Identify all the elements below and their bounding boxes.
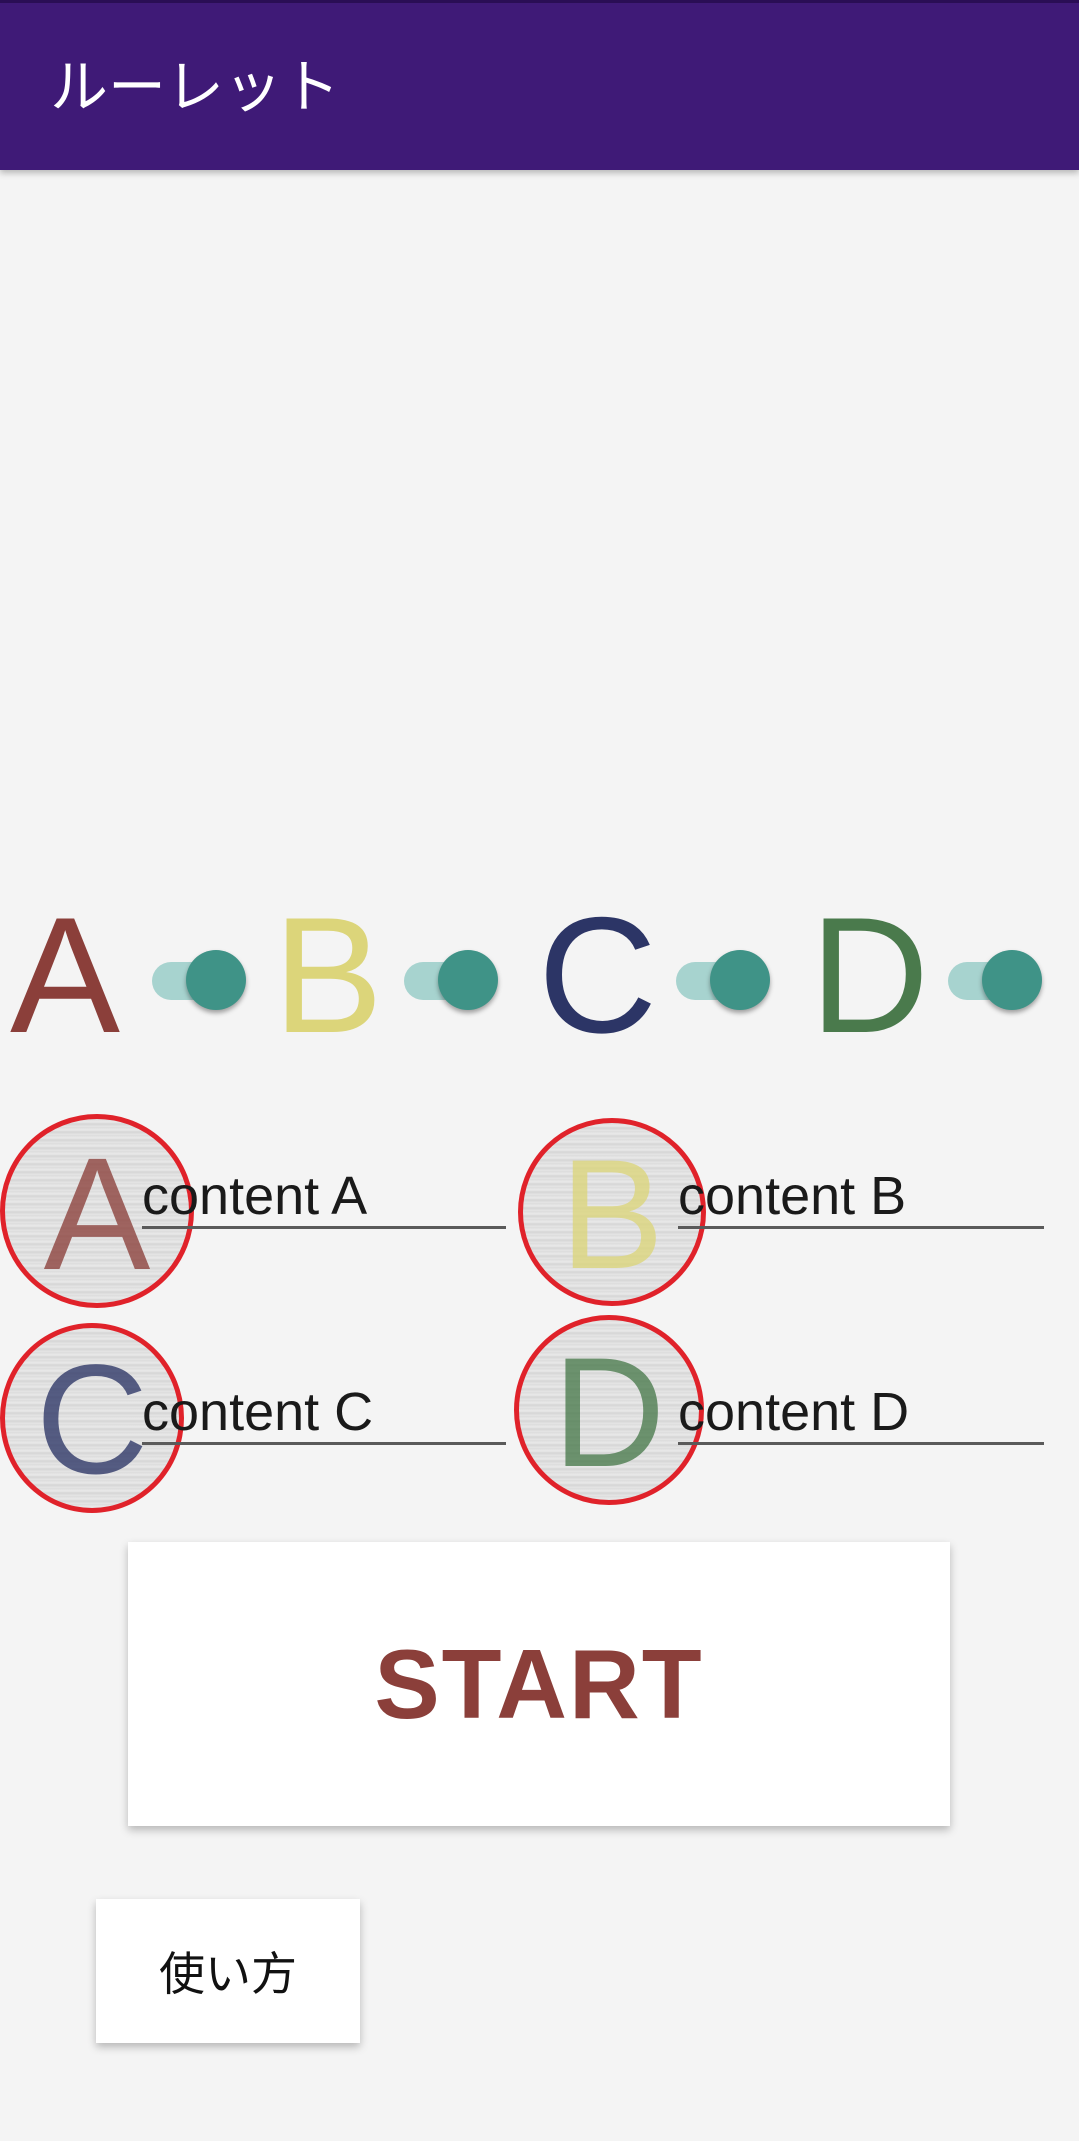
toggle-label-b: B <box>273 883 384 1067</box>
content-d-input[interactable] <box>678 1382 1044 1445</box>
switch-thumb <box>710 950 770 1010</box>
content-c-input[interactable] <box>142 1382 506 1445</box>
switch-thumb <box>982 950 1042 1010</box>
badge-d-letter: D <box>552 1326 666 1500</box>
app-title: ルーレット <box>50 53 341 121</box>
toggle-label-d: D <box>810 883 930 1067</box>
start-button[interactable]: START <box>128 1542 950 1826</box>
toggle-c-switch[interactable] <box>676 948 772 1010</box>
switch-thumb <box>438 950 498 1010</box>
how-to-button[interactable]: 使い方 <box>96 1899 360 2043</box>
switch-thumb <box>186 950 246 1010</box>
toggle-d-switch[interactable] <box>948 948 1044 1010</box>
toggle-label-c: C <box>538 883 658 1067</box>
app-bar: ルーレット <box>0 0 1079 170</box>
content-b-input[interactable] <box>678 1166 1044 1229</box>
toggle-a-switch[interactable] <box>152 948 248 1010</box>
toggle-label-a: A <box>10 883 121 1067</box>
toggle-b-switch[interactable] <box>404 948 500 1010</box>
toggle-row: A B C D <box>0 883 1079 1067</box>
content-a-input[interactable] <box>142 1166 506 1229</box>
badge-b-letter: B <box>559 1128 665 1302</box>
badge-d: D <box>514 1315 704 1505</box>
